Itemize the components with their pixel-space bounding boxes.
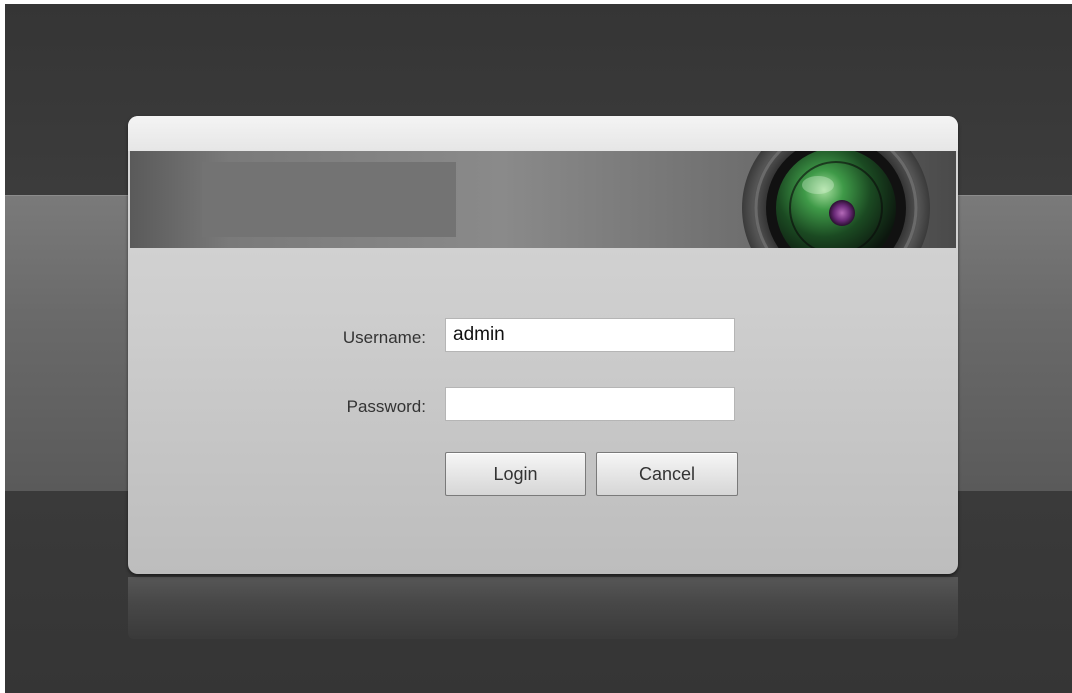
- login-banner: [130, 151, 956, 248]
- logo-area: [202, 162, 456, 237]
- login-panel: Username: Password: Login Cancel: [128, 116, 958, 574]
- password-label: Password:: [346, 397, 426, 416]
- panel-top-strip: [128, 116, 958, 151]
- cancel-button[interactable]: Cancel: [596, 452, 738, 496]
- camera-lens-icon: [742, 151, 930, 248]
- username-label: Username:: [342, 328, 426, 347]
- panel-reflection: [128, 577, 958, 639]
- password-input[interactable]: [445, 387, 735, 421]
- username-input[interactable]: [445, 318, 735, 352]
- login-page-background: Username: Password: Login Cancel: [5, 4, 1072, 693]
- login-button[interactable]: Login: [445, 452, 586, 496]
